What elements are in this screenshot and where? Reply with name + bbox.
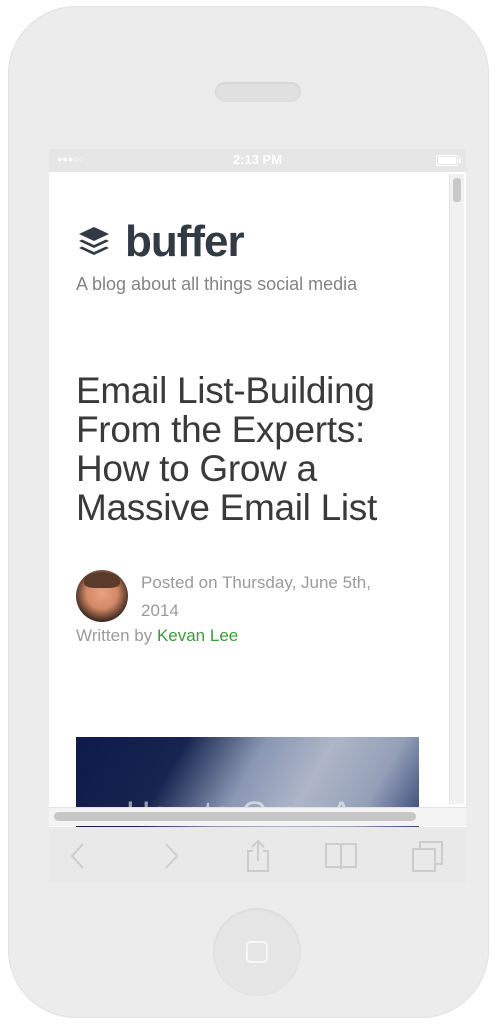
back-button[interactable]	[61, 839, 95, 873]
byline: Written by Kevan Lee	[76, 626, 238, 646]
post-date: Posted on Thursday, June 5th, 2014	[141, 573, 371, 620]
home-button[interactable]	[213, 908, 301, 996]
author-avatar[interactable]	[76, 570, 128, 622]
byline-prefix: Written by	[76, 626, 157, 645]
book-icon	[325, 843, 357, 870]
blog-tagline: A blog about all things social media	[76, 274, 358, 294]
screen: ●●●○○ 2:13 PM buffer A blog about all th…	[49, 149, 466, 883]
home-square-icon	[246, 941, 268, 963]
tabs-button[interactable]	[411, 839, 445, 873]
logo-wordmark: buffer	[125, 217, 245, 266]
vertical-scroll-thumb[interactable]	[453, 178, 461, 202]
share-button[interactable]	[241, 839, 275, 873]
forward-button[interactable]	[154, 839, 188, 873]
article-title[interactable]: Email List-Building From the Experts: Ho…	[76, 371, 421, 527]
blog-logo[interactable]: buffer	[76, 217, 245, 266]
phone-frame: ●●●○○ 2:13 PM buffer A blog about all th…	[8, 6, 489, 1018]
layers-stack-icon	[79, 227, 109, 255]
battery-icon	[436, 155, 461, 166]
vertical-scrollbar[interactable]	[449, 174, 464, 804]
chevron-left-icon	[70, 843, 84, 869]
author-link[interactable]: Kevan Lee	[157, 626, 238, 645]
horizontal-scrollbar[interactable]	[49, 807, 466, 826]
earpiece-speaker	[215, 82, 301, 102]
web-content[interactable]: buffer A blog about all things social me…	[49, 172, 466, 829]
tabs-icon	[412, 841, 443, 872]
bookmarks-button[interactable]	[324, 839, 358, 873]
status-time: 2:13 PM	[232, 152, 283, 167]
chevron-right-icon	[165, 843, 179, 869]
status-bar: ●●●○○ 2:13 PM	[49, 149, 466, 172]
browser-toolbar	[49, 827, 466, 883]
horizontal-scroll-thumb[interactable]	[54, 812, 416, 821]
share-icon	[247, 839, 269, 872]
